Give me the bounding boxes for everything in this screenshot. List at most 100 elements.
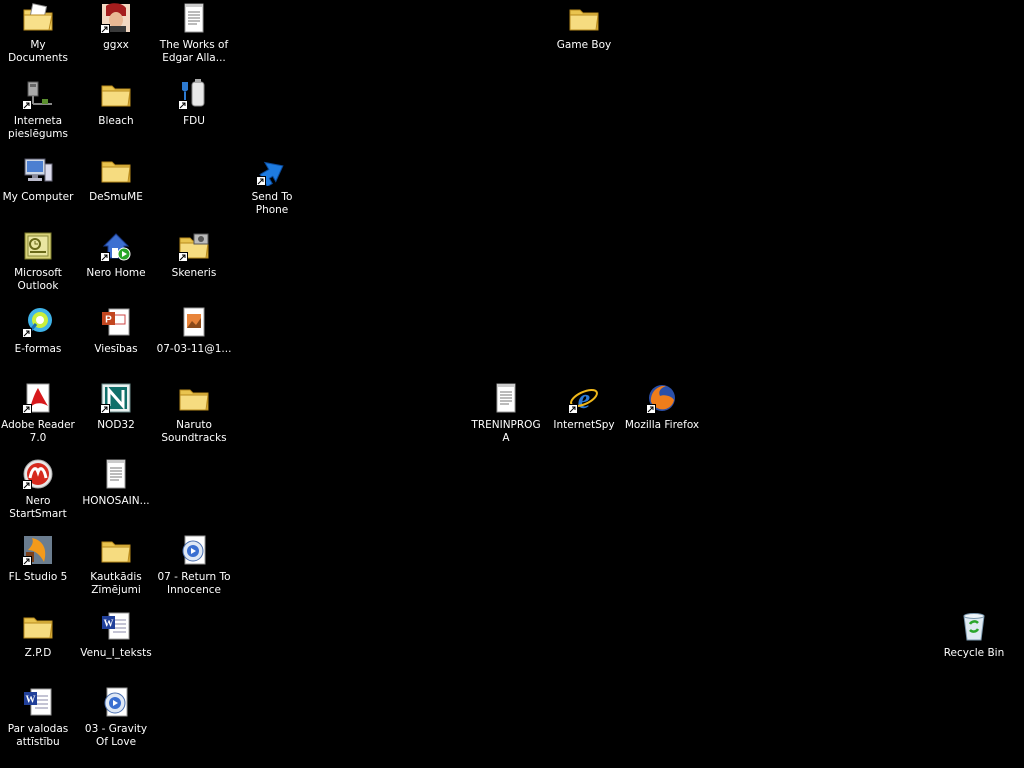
shortcut-arrow-icon bbox=[178, 252, 188, 262]
desktop-icon-zpd[interactable]: Z.P.D bbox=[0, 610, 76, 660]
icon-label: FDU bbox=[183, 115, 205, 127]
desktop-icon-nero-startsmart[interactable]: Nero StartSmart bbox=[0, 458, 76, 521]
shortcut-arrow-icon bbox=[256, 176, 266, 186]
network-connection-icon bbox=[22, 78, 54, 110]
desktop-icon-bleach[interactable]: Bleach bbox=[78, 78, 154, 128]
icon-label: ggxx bbox=[103, 39, 129, 51]
desktop-icon-treninproga[interactable]: TRENINPROGA bbox=[468, 382, 544, 445]
shortcut-arrow-icon bbox=[100, 24, 110, 34]
firefox-icon bbox=[646, 382, 678, 414]
desktop[interactable]: My Documents Interneta pieslēgums My Com… bbox=[0, 0, 1024, 768]
internet-explorer-icon: e bbox=[568, 382, 600, 414]
desktop-icon-send-to-phone[interactable]: Send To Phone bbox=[234, 154, 310, 217]
icon-label: Microsoft Outlook bbox=[14, 267, 62, 292]
desktop-icon-par-valodas[interactable]: W Par valodas attīstību bbox=[0, 686, 76, 749]
svg-text:e: e bbox=[578, 384, 590, 414]
svg-text:W: W bbox=[26, 695, 36, 706]
media-file-icon bbox=[178, 534, 210, 566]
powerpoint-icon: P bbox=[100, 306, 132, 338]
fl-studio-icon bbox=[22, 534, 54, 566]
desktop-icon-return-innocence[interactable]: 07 - Return To Innocence bbox=[156, 534, 232, 597]
shortcut-arrow-icon bbox=[100, 404, 110, 414]
svg-text:P: P bbox=[105, 315, 112, 326]
text-document-icon bbox=[100, 458, 132, 490]
icon-label: Bleach bbox=[98, 115, 134, 127]
desktop-icon-skeneris[interactable]: Skeneris bbox=[156, 230, 232, 280]
desktop-icon-my-documents[interactable]: My Documents bbox=[0, 2, 76, 65]
game-character-icon bbox=[100, 2, 132, 34]
desktop-icon-e-formas[interactable]: E-formas bbox=[0, 306, 76, 356]
image-file-icon bbox=[178, 306, 210, 338]
icon-label: Venu_I_teksts bbox=[80, 647, 152, 659]
icon-label: Recycle Bin bbox=[943, 647, 1005, 659]
desktop-icon-internetspy[interactable]: e InternetSpy bbox=[546, 382, 622, 432]
icon-label: Send To Phone bbox=[251, 191, 293, 216]
folder-icon bbox=[100, 154, 132, 186]
icon-label: Skeneris bbox=[171, 267, 217, 279]
e-forms-icon bbox=[22, 306, 54, 338]
desktop-icon-venu-teksts[interactable]: W Venu_I_teksts bbox=[78, 610, 154, 660]
usb-tool-icon bbox=[178, 78, 210, 110]
icon-label: Z.P.D bbox=[24, 647, 52, 659]
folder-icon bbox=[178, 382, 210, 414]
desktop-icon-adobe-reader[interactable]: Adobe Reader 7.0 bbox=[0, 382, 76, 445]
outlook-icon bbox=[22, 230, 54, 262]
folder-icon bbox=[100, 78, 132, 110]
desktop-icon-game-boy[interactable]: Game Boy bbox=[546, 2, 622, 52]
svg-text:W: W bbox=[104, 619, 114, 630]
shortcut-arrow-icon bbox=[646, 404, 656, 414]
shortcut-arrow-icon bbox=[22, 100, 32, 110]
desktop-icon-naruto[interactable]: Naruto Soundtracks bbox=[156, 382, 232, 445]
desktop-icon-recycle-bin[interactable]: Recycle Bin bbox=[936, 610, 1012, 660]
computer-icon bbox=[22, 154, 54, 186]
desktop-icon-ggxx[interactable]: ggxx bbox=[78, 2, 154, 52]
desktop-icon-photo-070311[interactable]: 07-03-11@1... bbox=[156, 306, 232, 356]
desktop-icon-viesibas[interactable]: P Viesības bbox=[78, 306, 154, 356]
scanner-folder-icon bbox=[178, 230, 210, 262]
desktop-icon-firefox[interactable]: Mozilla Firefox bbox=[624, 382, 700, 432]
desktop-icon-nod32[interactable]: NOD32 bbox=[78, 382, 154, 432]
adobe-reader-icon bbox=[22, 382, 54, 414]
icon-label: Interneta pieslēgums bbox=[8, 115, 68, 140]
shortcut-arrow-icon bbox=[22, 328, 32, 338]
folder-icon bbox=[568, 2, 600, 34]
nero-home-icon bbox=[100, 230, 132, 262]
folder-icon bbox=[100, 534, 132, 566]
icon-label: The Works of Edgar Alla... bbox=[159, 39, 229, 64]
icon-label: Kautkādis Zīmējumi bbox=[90, 571, 142, 596]
desktop-icon-outlook[interactable]: Microsoft Outlook bbox=[0, 230, 76, 293]
shortcut-arrow-icon bbox=[178, 100, 188, 110]
icon-label: Viesības bbox=[94, 343, 138, 355]
icon-label: TRENINPROGA bbox=[471, 419, 541, 444]
desktop-icon-works-edgar[interactable]: The Works of Edgar Alla... bbox=[156, 2, 232, 65]
icon-label: Mozilla Firefox bbox=[624, 419, 700, 431]
folder-documents-icon bbox=[22, 2, 54, 34]
desktop-icon-kautkadis[interactable]: Kautkādis Zīmējumi bbox=[78, 534, 154, 597]
desktop-icon-desmume[interactable]: DeSmuME bbox=[78, 154, 154, 204]
word-document-icon: W bbox=[22, 686, 54, 718]
shortcut-arrow-icon bbox=[22, 480, 32, 490]
icon-label: 07 - Return To Innocence bbox=[157, 571, 231, 596]
icon-label: My Documents bbox=[8, 39, 68, 64]
recycle-bin-icon bbox=[958, 610, 990, 642]
nod32-icon bbox=[100, 382, 132, 414]
icon-label: Par valodas attīstību bbox=[7, 723, 69, 748]
desktop-icon-honosain[interactable]: HONOSAIN... bbox=[78, 458, 154, 508]
icon-label: Naruto Soundtracks bbox=[161, 419, 227, 444]
media-file-icon bbox=[100, 686, 132, 718]
icon-label: E-formas bbox=[14, 343, 62, 355]
icon-label: Game Boy bbox=[556, 39, 612, 51]
icon-label: FL Studio 5 bbox=[8, 571, 68, 583]
desktop-icon-nero-home[interactable]: Nero Home bbox=[78, 230, 154, 280]
icon-label: Nero Home bbox=[86, 267, 146, 279]
icon-label: DeSmuME bbox=[89, 191, 143, 203]
desktop-icon-fdu[interactable]: FDU bbox=[156, 78, 232, 128]
desktop-icon-gravity-love[interactable]: 03 - Gravity Of Love bbox=[78, 686, 154, 749]
icon-label: HONOSAIN... bbox=[82, 495, 150, 507]
desktop-icon-my-computer[interactable]: My Computer bbox=[0, 154, 76, 204]
icon-label: 07-03-11@1... bbox=[156, 343, 232, 355]
desktop-icon-interneta[interactable]: Interneta pieslēgums bbox=[0, 78, 76, 141]
shortcut-arrow-icon bbox=[100, 252, 110, 262]
icon-label: NOD32 bbox=[97, 419, 135, 431]
desktop-icon-fl-studio[interactable]: FL Studio 5 bbox=[0, 534, 76, 584]
